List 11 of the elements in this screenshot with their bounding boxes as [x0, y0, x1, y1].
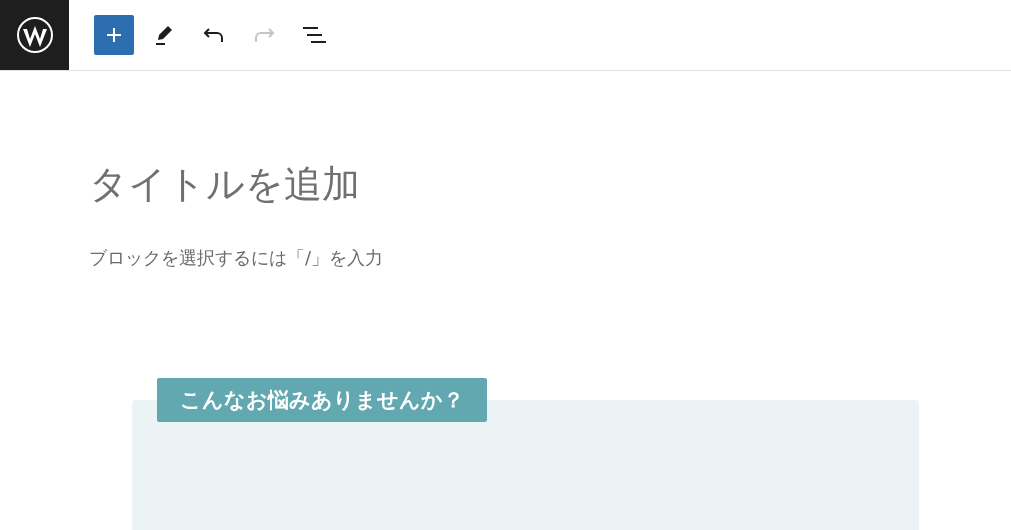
logo-tile[interactable] — [0, 0, 69, 70]
box-heading: こんなお悩みありませんか？ — [157, 378, 487, 422]
title-placeholder[interactable]: タイトルを追加 — [89, 159, 1011, 209]
undo-icon — [203, 27, 225, 43]
block-placeholder[interactable]: ブロックを選択するには「/」を入力 — [89, 246, 1011, 270]
pencil-icon — [154, 24, 174, 46]
plus-icon — [105, 26, 123, 44]
logo-icon — [15, 16, 54, 54]
redo-icon — [253, 27, 275, 43]
add-block-button[interactable] — [94, 15, 134, 55]
list-view-icon — [302, 26, 326, 44]
